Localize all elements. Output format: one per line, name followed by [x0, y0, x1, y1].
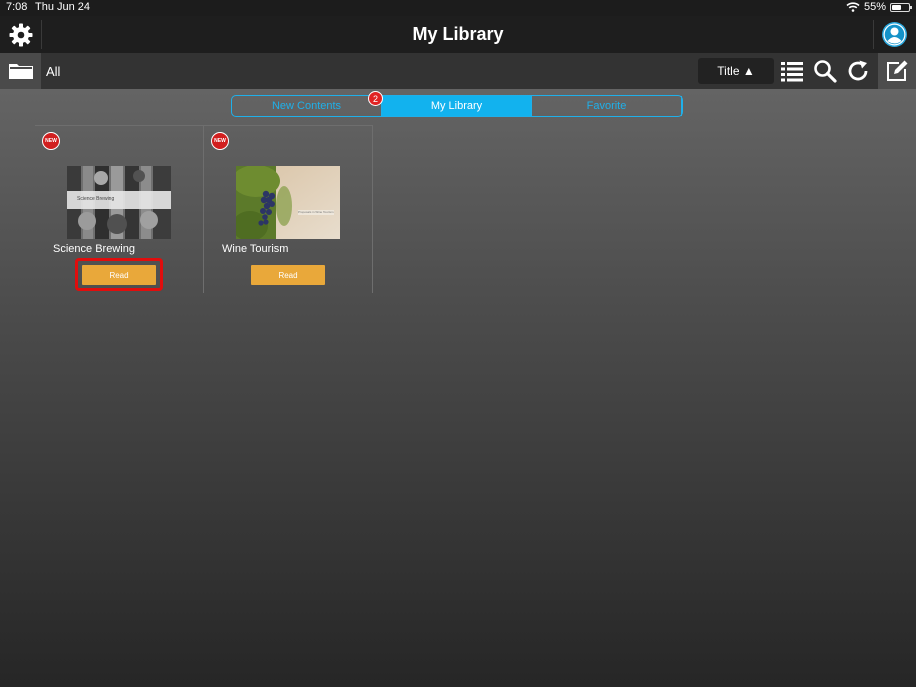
book-title: Wine Tourism: [222, 243, 289, 255]
refresh-icon[interactable]: [846, 59, 870, 83]
battery-icon: [890, 2, 912, 12]
card-border: [204, 125, 372, 126]
read-button-wine-tourism[interactable]: Read: [251, 265, 325, 285]
battery-percent: 55%: [863, 1, 886, 13]
highlight-annotation: [75, 258, 163, 291]
page-title: My Library: [412, 24, 504, 44]
library-content: New Contents My Library Favorite 2 NEW S…: [0, 89, 916, 687]
sort-button[interactable]: Title ▲: [698, 58, 774, 84]
tab-my-library[interactable]: My Library: [382, 96, 532, 116]
folder-icon: [8, 64, 33, 79]
folder-button[interactable]: [0, 53, 41, 89]
book-title: Science Brewing: [53, 243, 135, 255]
edit-icon: [887, 60, 908, 81]
search-icon[interactable]: [813, 59, 837, 83]
status-time: 7:08: [6, 1, 28, 13]
new-badge: NEW: [42, 132, 60, 150]
cover-title-text: Science Brewing: [77, 196, 115, 202]
tab-bar: New Contents My Library Favorite 2: [231, 91, 683, 117]
list-view-icon[interactable]: [780, 59, 804, 83]
book-card-science-brewing[interactable]: NEW Science Brewing Science Brewing Read: [35, 125, 204, 293]
edit-button[interactable]: [878, 53, 916, 89]
status-right: 55%: [846, 1, 912, 13]
folder-label: All: [46, 64, 61, 79]
tab-favorite[interactable]: Favorite: [532, 96, 682, 116]
book-cover-wine-tourism[interactable]: Proposals in Wine Tourism: [236, 166, 340, 239]
status-date: Thu Jun 24: [35, 1, 91, 13]
cover-image: [67, 166, 171, 239]
user-account-icon[interactable]: [881, 21, 908, 48]
title-bar: My Library: [0, 16, 916, 53]
book-card-wine-tourism[interactable]: NEW Proposals in Wine Tourism Wine Touri…: [204, 125, 373, 293]
wifi-icon: [846, 2, 860, 12]
book-cover-science-brewing[interactable]: Science Brewing: [67, 166, 171, 239]
cover-title-text: Proposals in Wine Tourism: [298, 210, 334, 214]
divider: [873, 20, 874, 49]
tab-new-contents[interactable]: New Contents: [232, 96, 382, 116]
card-border: [35, 125, 203, 126]
toolbar: All Title ▲: [0, 53, 916, 89]
cover-image: [236, 166, 340, 239]
new-contents-count-badge: 2: [368, 91, 383, 106]
status-bar: 7:08 Thu Jun 24 55%: [0, 0, 916, 16]
new-badge: NEW: [211, 132, 229, 150]
